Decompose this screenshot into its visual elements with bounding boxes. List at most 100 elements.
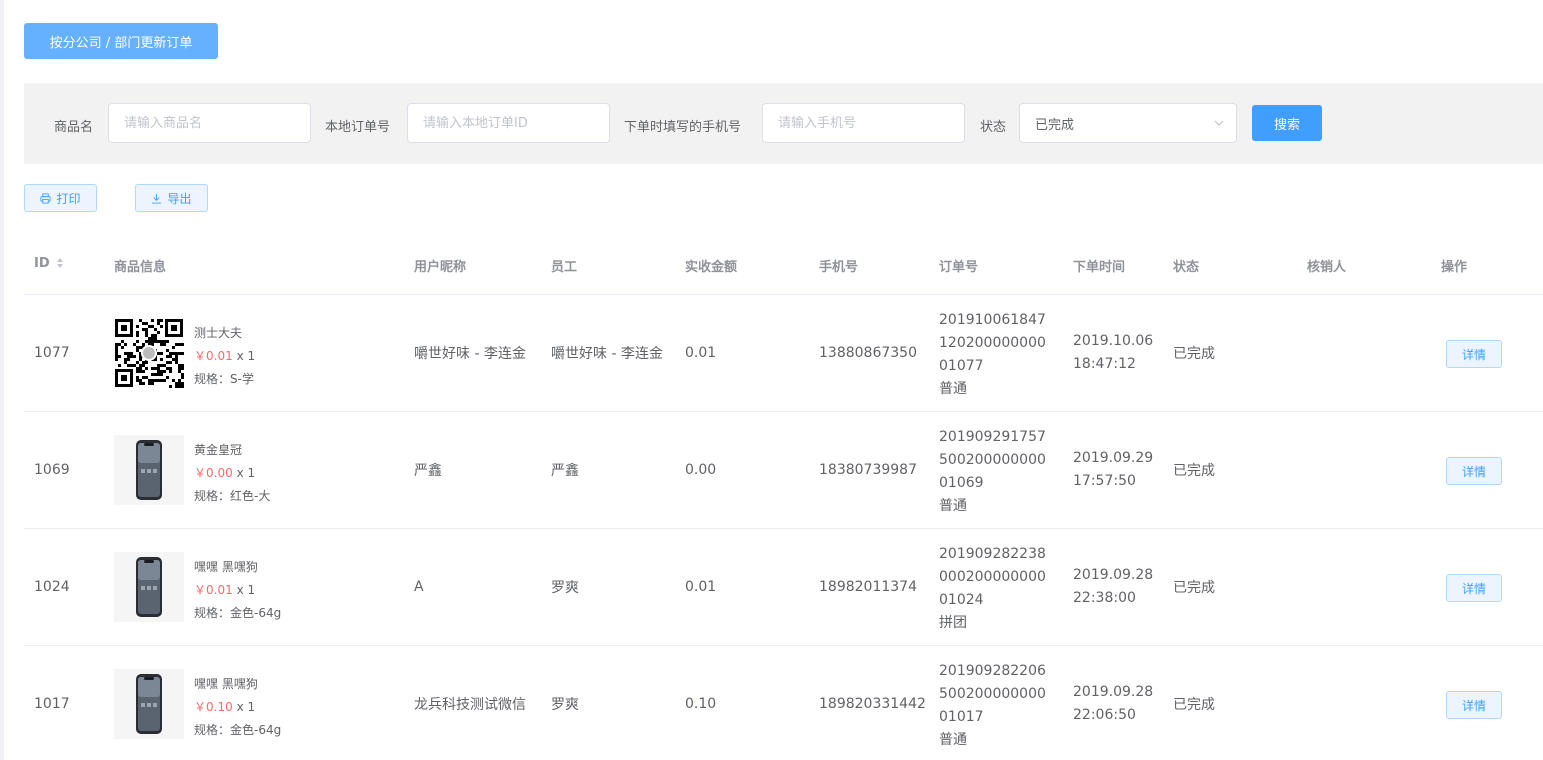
print-button[interactable]: 打印	[24, 184, 97, 212]
order-number-value: 20190928220650020000000001017	[939, 663, 1046, 725]
product-qty: x 1	[236, 583, 256, 597]
product-price: ￥0.01	[194, 583, 233, 597]
status-select[interactable]: 已完成	[1019, 103, 1237, 143]
column-header-action: 操作	[1441, 260, 1468, 275]
phone-image-icon	[136, 557, 162, 617]
product-price-line: ￥0.00 x 1	[194, 462, 270, 485]
phone-input[interactable]	[762, 103, 965, 143]
table-row: 1017 嘿嘿 黑嘿狗 ￥0.10 x 1 规格：金色-64g 龙兵科技测试微信…	[24, 646, 1543, 760]
column-header-id[interactable]: ID	[34, 256, 64, 271]
product-thumbnail[interactable]	[114, 318, 184, 388]
order-status: 已完成	[1173, 463, 1215, 479]
update-orders-by-department-button[interactable]: 按分公司 / 部门更新订单	[24, 23, 218, 59]
table-header: ID 商品信息 用户昵称 员工 实收金额 手机号 订单号 下单时间 状态 核销人…	[24, 236, 1543, 295]
row-id: 1017	[34, 696, 70, 712]
staff-name: 罗爽	[551, 580, 579, 596]
product-price: ￥0.00	[194, 466, 233, 480]
user-nickname: A	[414, 579, 424, 595]
column-header-nickname: 用户昵称	[414, 260, 467, 275]
user-nickname: 严鑫	[414, 463, 442, 479]
order-number: 20190928223800020000000001024 拼团	[939, 543, 1054, 635]
download-icon	[152, 193, 162, 204]
table-body: 1077 测士大夫 ￥0.01 x 1 规格：S-学 嚼世好味 - 李连金 嚼世…	[24, 295, 1543, 760]
user-nickname: 龙兵科技测试微信	[414, 697, 526, 713]
product-name: 测士大夫	[194, 326, 243, 340]
product-name: 嘿嘿 黑嘿狗	[194, 677, 258, 691]
product-info: 嘿嘿 黑嘿狗 ￥0.01 x 1 规格：金色-64g	[194, 556, 281, 625]
row-id: 1069	[34, 462, 70, 478]
order-type: 普通	[939, 381, 967, 397]
product-info: 黄金皇冠 ￥0.00 x 1 规格：红色-大	[194, 439, 270, 508]
order-type: 普通	[939, 732, 967, 748]
order-number: 20190928220650020000000001017 普通	[939, 660, 1054, 752]
order-date: 2019.09.29	[1073, 450, 1154, 466]
paid-amount: 0.01	[685, 579, 717, 595]
left-edge-border	[0, 0, 4, 760]
detail-button[interactable]: 详情	[1446, 691, 1502, 719]
order-time: 2019.10.06 18:47:12	[1073, 330, 1153, 376]
product-thumbnail[interactable]	[114, 669, 184, 739]
search-button[interactable]: 搜索	[1252, 105, 1322, 141]
row-id: 1024	[34, 579, 70, 595]
filter-bar: 商品名 本地订单号 下单时填写的手机号 状态 已完成 搜索	[24, 83, 1543, 164]
order-clock: 18:47:12	[1073, 356, 1136, 372]
column-header-phone: 手机号	[819, 260, 859, 275]
order-clock: 22:38:00	[1073, 590, 1136, 606]
qr-code-icon	[114, 318, 184, 388]
column-header-time: 下单时间	[1073, 260, 1126, 275]
table-row: 1069 黄金皇冠 ￥0.00 x 1 规格：红色-大 严鑫 严鑫 0.00 1…	[24, 412, 1543, 529]
staff-name: 严鑫	[551, 463, 579, 479]
table-row: 1077 测士大夫 ￥0.01 x 1 规格：S-学 嚼世好味 - 李连金 嚼世…	[24, 295, 1543, 412]
table-row: 1024 嘿嘿 黑嘿狗 ￥0.01 x 1 规格：金色-64g A 罗爽 0.0…	[24, 529, 1543, 646]
product-info: 嘿嘿 黑嘿狗 ￥0.10 x 1 规格：金色-64g	[194, 673, 281, 742]
order-number-value: 20191006184712020000000001077	[939, 312, 1046, 374]
user-nickname: 嚼世好味 - 李连金	[414, 346, 526, 362]
phone-number: 18380739987	[819, 462, 917, 478]
column-header-product: 商品信息	[114, 260, 167, 275]
column-header-staff: 员工	[551, 260, 578, 275]
product-qty: x 1	[236, 349, 256, 363]
order-id-label: 本地订单号	[325, 120, 391, 135]
product-name-label: 商品名	[54, 120, 94, 135]
product-thumbnail[interactable]	[114, 435, 184, 505]
phone-number: 189820331442	[819, 696, 926, 712]
printer-icon	[40, 192, 52, 204]
product-spec: 规格：S-学	[194, 372, 254, 386]
detail-button[interactable]: 详情	[1446, 574, 1502, 602]
paid-amount: 0.01	[685, 345, 717, 361]
order-id-input[interactable]	[407, 103, 610, 143]
column-header-id-label: ID	[34, 256, 50, 271]
product-spec: 规格：红色-大	[194, 489, 271, 503]
order-number: 20190929175750020000000001069 普通	[939, 426, 1054, 518]
product-name: 嘿嘿 黑嘿狗	[194, 560, 258, 574]
order-number-value: 20190929175750020000000001069	[939, 429, 1046, 491]
export-button[interactable]: 导出	[135, 184, 208, 212]
phone-image-icon	[136, 440, 162, 500]
staff-name: 罗爽	[551, 697, 579, 713]
column-header-amount: 实收金额	[685, 260, 738, 275]
order-status: 已完成	[1173, 697, 1215, 713]
order-status: 已完成	[1173, 580, 1215, 596]
product-thumbnail[interactable]	[114, 552, 184, 622]
detail-button[interactable]: 详情	[1446, 340, 1502, 368]
print-label: 打印	[56, 191, 81, 206]
product-price: ￥0.01	[194, 349, 233, 363]
sort-icon[interactable]	[56, 257, 64, 269]
product-name: 黄金皇冠	[194, 443, 243, 457]
export-label: 导出	[167, 191, 192, 206]
row-id: 1077	[34, 345, 70, 361]
product-price-line: ￥0.01 x 1	[194, 345, 255, 368]
product-price: ￥0.10	[194, 700, 233, 714]
product-qty: x 1	[236, 466, 256, 480]
product-price-line: ￥0.10 x 1	[194, 696, 281, 719]
order-status: 已完成	[1173, 346, 1215, 362]
product-info: 测士大夫 ￥0.01 x 1 规格：S-学	[194, 322, 255, 391]
product-spec: 规格：金色-64g	[194, 606, 282, 620]
product-name-input[interactable]	[108, 103, 311, 143]
detail-button[interactable]: 详情	[1446, 457, 1502, 485]
phone-number: 13880867350	[819, 345, 917, 361]
order-type: 拼团	[939, 615, 967, 631]
paid-amount: 0.00	[685, 462, 717, 478]
phone-number: 18982011374	[819, 579, 917, 595]
order-time: 2019.09.28 22:38:00	[1073, 564, 1153, 610]
